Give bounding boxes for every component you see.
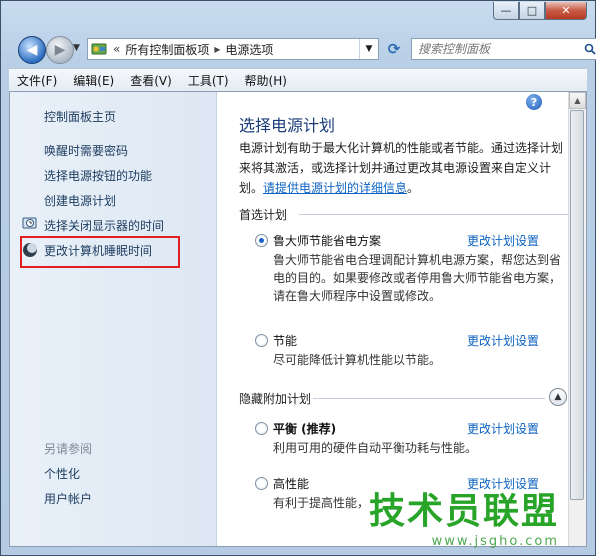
breadcrumb-arrow-icon[interactable]: ▸	[214, 42, 220, 56]
breadcrumb-overflow[interactable]: «	[113, 42, 120, 56]
see-also-heading: 另请参阅	[44, 442, 93, 456]
change-plan-link-balanced[interactable]: 更改计划设置	[467, 420, 539, 437]
control-panel-icon	[90, 41, 108, 57]
plan-desc-ludashi: 鲁大师节能省电合理调配计算机电源方案，帮您达到省电的目的。如果要修改或者停用鲁大…	[273, 253, 562, 303]
monitor-clock-icon	[22, 216, 38, 232]
plan-name-balanced: 平衡 (推荐)	[273, 422, 337, 436]
caption-buttons: — □ ✕	[493, 2, 587, 20]
intro-end: 。	[407, 181, 420, 195]
menu-view[interactable]: 查看(V)	[122, 72, 180, 89]
address-bar[interactable]: « 所有控制面板项 ▸ 电源选项 ▼	[87, 38, 379, 60]
address-dropdown[interactable]: ▼	[359, 39, 378, 59]
search-icon[interactable]	[580, 43, 596, 55]
back-arrow-icon: ◀	[26, 42, 38, 58]
change-plan-link-ludashi[interactable]: 更改计划设置	[467, 232, 539, 249]
plan-desc-balanced: 利用可用的硬件自动平衡功耗与性能。	[273, 441, 478, 455]
sidebar-item-sleep-time[interactable]: 更改计算机睡眠时间	[44, 242, 152, 259]
sidebar-item-personalization[interactable]: 个性化	[44, 465, 80, 482]
scroll-up-arrow-icon[interactable]: ▲	[569, 92, 586, 109]
sidebar-item-user-accounts[interactable]: 用户帐户	[44, 490, 92, 507]
menu-file[interactable]: 文件(F)	[9, 72, 65, 89]
scroll-thumb[interactable]	[570, 110, 584, 500]
plan-name-ludashi: 鲁大师节能省电方案	[273, 234, 382, 248]
navigation-bar: ◀ ▶ ▼ « 所有控制面板项 ▸ 电源选项 ▼ ⟳	[15, 35, 596, 64]
moon-sleep-icon	[22, 242, 38, 258]
plan-radio-balanced[interactable]	[255, 422, 268, 435]
change-plan-link-power-saver[interactable]: 更改计划设置	[467, 332, 539, 349]
intro-text: 电源计划有助于最大化计算机的性能或者节能。通过选择计划来将其激活，或选择计划并通…	[239, 138, 569, 198]
forward-button[interactable]: ▶	[46, 36, 74, 64]
back-button[interactable]: ◀	[18, 36, 46, 64]
menu-edit[interactable]: 编辑(E)	[65, 72, 122, 89]
sidebar-item-display-off-time[interactable]: 选择关闭显示器的时间	[44, 217, 164, 234]
collapse-chevron-icon[interactable]: ▲	[549, 388, 567, 406]
menu-bar: 文件(F) 编辑(E) 查看(V) 工具(T) 帮助(H)	[9, 68, 587, 92]
sidebar-item-power-button[interactable]: 选择电源按钮的功能	[44, 167, 152, 184]
breadcrumb-all-items[interactable]: 所有控制面板项	[125, 41, 209, 58]
menu-tools[interactable]: 工具(T)	[180, 72, 237, 89]
close-button[interactable]: ✕	[545, 2, 587, 20]
plan-details-link[interactable]: 请提供电源计划的详细信息	[263, 181, 407, 195]
plan-name-high-performance: 高性能	[273, 477, 310, 491]
search-box	[411, 38, 596, 60]
forward-arrow-icon: ▶	[54, 42, 66, 58]
plan-radio-high-performance[interactable]	[255, 477, 268, 490]
sidebar-item-wake-password[interactable]: 唤醒时需要密码	[44, 142, 128, 159]
divider	[299, 214, 569, 215]
watermark-text: 技术员联盟	[368, 491, 559, 532]
help-icon[interactable]: ?	[526, 94, 542, 110]
plan-radio-ludashi[interactable]	[255, 234, 268, 247]
breadcrumb-power-options[interactable]: 电源选项	[225, 41, 273, 58]
preferred-plans-heading: 首选计划	[239, 208, 288, 222]
explorer-window: — □ ✕ ◀ ▶ ▼ « 所有控制面板项 ▸ 电源选项 ▼ ⟳ 搜索控制面板 …	[0, 0, 596, 556]
search-input[interactable]	[412, 41, 580, 57]
menu-help[interactable]: 帮助(H)	[237, 72, 295, 89]
watermark-logo: 技术员联盟 www.jsgho.com	[369, 482, 559, 549]
minimize-button[interactable]: —	[493, 2, 519, 20]
hidden-plans-heading: 隐藏附加计划	[239, 392, 312, 406]
maximize-button[interactable]: □	[519, 2, 545, 20]
refresh-icon[interactable]: ⟳	[383, 38, 405, 60]
content-area: 控制面板主页 唤醒时需要密码 选择电源按钮的功能 创建电源计划 选择关闭显示器的…	[9, 91, 587, 547]
vertical-scrollbar[interactable]: ▲	[568, 92, 586, 546]
plan-name-power-saver: 节能	[273, 334, 298, 348]
watermark-url: www.jsgho.com	[431, 534, 559, 549]
plan-radio-power-saver[interactable]	[255, 334, 268, 347]
page-title: 选择电源计划	[239, 116, 336, 135]
sidebar-item-control-panel-home[interactable]: 控制面板主页	[44, 108, 116, 125]
sidebar-item-create-plan[interactable]: 创建电源计划	[44, 192, 116, 209]
recent-pages-dropdown[interactable]: ▼	[73, 43, 80, 53]
main-panel: ? 选择电源计划 电源计划有助于最大化计算机的性能或者节能。通过选择计划来将其激…	[217, 92, 569, 546]
plan-desc-power-saver: 尽可能降低计算机性能以节能。	[273, 353, 442, 367]
divider	[313, 398, 545, 399]
sidebar: 控制面板主页 唤醒时需要密码 选择电源按钮的功能 创建电源计划 选择关闭显示器的…	[10, 92, 217, 546]
